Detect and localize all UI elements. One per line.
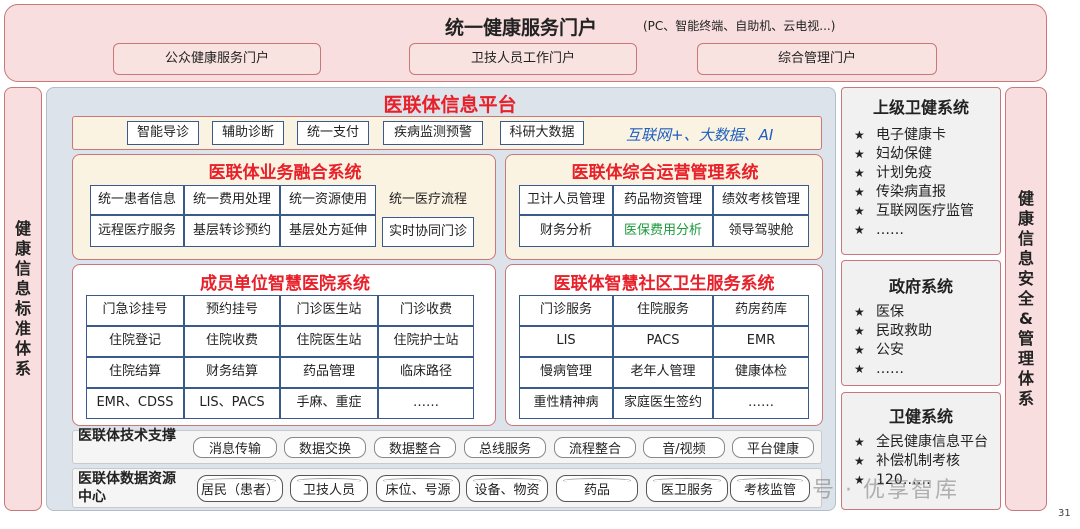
ops-title: 医联体综合运营管理系统 xyxy=(571,163,759,183)
portal-title: 统一健康服务门户 xyxy=(445,17,598,39)
list-item: 计划免疫 xyxy=(854,164,974,183)
tech-label: 医联体技术支撑 xyxy=(78,428,176,444)
upper-health-panel: 上级卫健系统 电子健康卡 妇幼保健 计划免疫 传染病直报 互联网医疗监管 …… xyxy=(841,87,1001,255)
data-resource[interactable]: 居民（患者） xyxy=(197,475,283,502)
portal-staff[interactable]: 卫技人员工作门户 xyxy=(409,43,637,75)
community-cell[interactable]: 重性精神病 xyxy=(519,388,613,419)
community-cell[interactable]: LIS xyxy=(519,326,613,357)
ops-cell[interactable]: 绩效考核管理 xyxy=(713,185,809,215)
feature-unified-pay[interactable]: 统一支付 xyxy=(297,121,369,145)
ops-cell[interactable]: 领导驾驶舱 xyxy=(713,215,809,247)
hospital-cell[interactable]: LIS、PACS xyxy=(184,388,280,419)
feature-disease-alert[interactable]: 疾病监测预警 xyxy=(383,121,483,145)
list-item: 全民健康信息平台 xyxy=(854,433,988,452)
community-cell[interactable]: 健康体检 xyxy=(713,357,809,388)
fusion-cell[interactable]: 远程医疗服务 xyxy=(90,215,184,247)
hospital-cell[interactable]: 预约挂号 xyxy=(184,295,280,326)
hospital-cell[interactable]: 门急诊挂号 xyxy=(86,295,184,326)
security-panel: 健康信息安全&管理体系 xyxy=(1005,87,1047,511)
fusion-title: 医联体业务融合系统 xyxy=(208,163,362,183)
ops-cell[interactable]: 卫计人员管理 xyxy=(519,185,613,215)
portal-public[interactable]: 公众健康服务门户 xyxy=(113,43,321,75)
tech-item[interactable]: 数据交换 xyxy=(284,437,366,458)
hospital-cell[interactable]: 财务结算 xyxy=(184,357,280,388)
list-item: 补偿机制考核 xyxy=(854,452,988,471)
feature-aux-diagnosis[interactable]: 辅助诊断 xyxy=(212,121,284,145)
list-item: 民政救助 xyxy=(854,322,932,341)
tech-item[interactable]: 消息传输 xyxy=(193,437,277,458)
list-item: …… xyxy=(854,221,974,240)
hospital-cell[interactable]: 手麻、重症 xyxy=(280,388,378,419)
hospital-cell[interactable]: 门诊医生站 xyxy=(280,295,378,326)
list-item: 传染病直报 xyxy=(854,183,974,202)
ops-cell[interactable]: 药品物资管理 xyxy=(613,185,713,215)
list-item: 电子健康卡 xyxy=(854,126,974,145)
hospital-cell[interactable]: 住院收费 xyxy=(184,326,280,357)
feature-research-data[interactable]: 科研大数据 xyxy=(500,121,584,145)
community-title: 医联体智慧社区卫生服务系统 xyxy=(553,274,775,294)
standards-panel: 健康信息标准体系 xyxy=(4,87,42,511)
fusion-cell[interactable]: 统一患者信息 xyxy=(90,185,184,215)
community-cell[interactable]: 药房药库 xyxy=(713,295,809,326)
hospital-cell[interactable]: 住院结算 xyxy=(86,357,184,388)
tech-item[interactable]: 流程整合 xyxy=(554,437,636,458)
portal-panel: 统一健康服务门户 (PC、智能终端、自助机、云电视...) 公众健康服务门户 卫… xyxy=(4,4,1047,82)
list-item: 互联网医疗监管 xyxy=(854,202,974,221)
hospital-cell[interactable]: 临床路径 xyxy=(378,357,474,388)
security-label: 健康信息安全&管理体系 xyxy=(1017,189,1034,408)
gov-title: 政府系统 xyxy=(888,277,953,296)
data-center-label: 医联体数据资源中心 xyxy=(78,471,176,505)
platform-tagline: 互联网+、大数据、AI xyxy=(626,126,774,144)
community-cell[interactable]: 门诊服务 xyxy=(519,295,613,326)
list-item: 医保 xyxy=(854,303,932,322)
standards-label: 健康信息标准体系 xyxy=(14,219,31,378)
fusion-cell[interactable]: 统一费用处理 xyxy=(184,185,280,215)
list-item: 公安 xyxy=(854,341,932,360)
health-sys-title: 卫健系统 xyxy=(888,407,953,426)
data-resource[interactable]: 药品 xyxy=(556,475,638,502)
data-resource[interactable]: 卫技人员 xyxy=(290,475,368,502)
community-cell[interactable]: …… xyxy=(713,388,809,419)
hospital-title: 成员单位智慧医院系统 xyxy=(200,274,370,294)
fusion-cell[interactable]: 基层转诊预约 xyxy=(184,215,280,247)
hospital-cell[interactable]: 药品管理 xyxy=(280,357,378,388)
tech-item[interactable]: 平台健康 xyxy=(732,437,814,458)
community-cell[interactable]: 老年人管理 xyxy=(613,357,713,388)
hospital-cell[interactable]: 门诊收费 xyxy=(378,295,474,326)
feature-smart-guide[interactable]: 智能导诊 xyxy=(127,121,199,145)
hospital-cell[interactable]: 住院登记 xyxy=(86,326,184,357)
tech-item[interactable]: 总线服务 xyxy=(464,437,546,458)
hospital-cell[interactable]: …… xyxy=(378,388,474,419)
community-cell[interactable]: 慢病管理 xyxy=(519,357,613,388)
upper-health-title: 上级卫健系统 xyxy=(872,98,969,117)
list-item: …… xyxy=(854,360,932,379)
portal-subtitle: (PC、智能终端、自助机、云电视...) xyxy=(643,19,836,33)
portal-admin[interactable]: 综合管理门户 xyxy=(697,43,937,75)
tech-item[interactable]: 数据整合 xyxy=(374,437,456,458)
tech-item[interactable]: 音/视频 xyxy=(643,437,725,458)
hospital-cell[interactable]: EMR、CDSS xyxy=(86,388,184,419)
platform-title: 医联体信息平台 xyxy=(383,94,517,116)
gov-list: 医保 民政救助 公安 …… xyxy=(854,303,932,379)
community-cell[interactable]: EMR xyxy=(713,326,809,357)
page-number: 31 xyxy=(1058,508,1071,519)
list-item: 妇幼保健 xyxy=(854,145,974,164)
hospital-cell[interactable]: 住院护士站 xyxy=(378,326,474,357)
fusion-cell[interactable]: 统一医疗流程 xyxy=(380,185,476,215)
fusion-cell[interactable]: 基层处方延伸 xyxy=(280,215,376,247)
gov-panel: 政府系统 医保 民政救助 公安 …… xyxy=(841,260,1001,386)
data-resource[interactable]: 床位、号源 xyxy=(376,475,460,502)
fusion-cell[interactable]: 统一资源使用 xyxy=(280,185,376,215)
upper-health-list: 电子健康卡 妇幼保健 计划免疫 传染病直报 互联网医疗监管 …… xyxy=(854,126,974,240)
fusion-cell[interactable]: 实时协同门诊 xyxy=(382,217,474,247)
ops-cell[interactable]: 财务分析 xyxy=(519,215,613,247)
ops-cell[interactable]: 医保费用分析 xyxy=(613,215,713,247)
data-resource[interactable]: 设备、物资 xyxy=(466,475,548,502)
data-resource[interactable]: 医卫服务 xyxy=(646,475,728,502)
data-resource[interactable]: 考核监管 xyxy=(730,475,810,502)
community-cell[interactable]: 家庭医生签约 xyxy=(613,388,713,419)
community-cell[interactable]: PACS xyxy=(613,326,713,357)
hospital-cell[interactable]: 住院医生站 xyxy=(280,326,378,357)
community-cell[interactable]: 住院服务 xyxy=(613,295,713,326)
